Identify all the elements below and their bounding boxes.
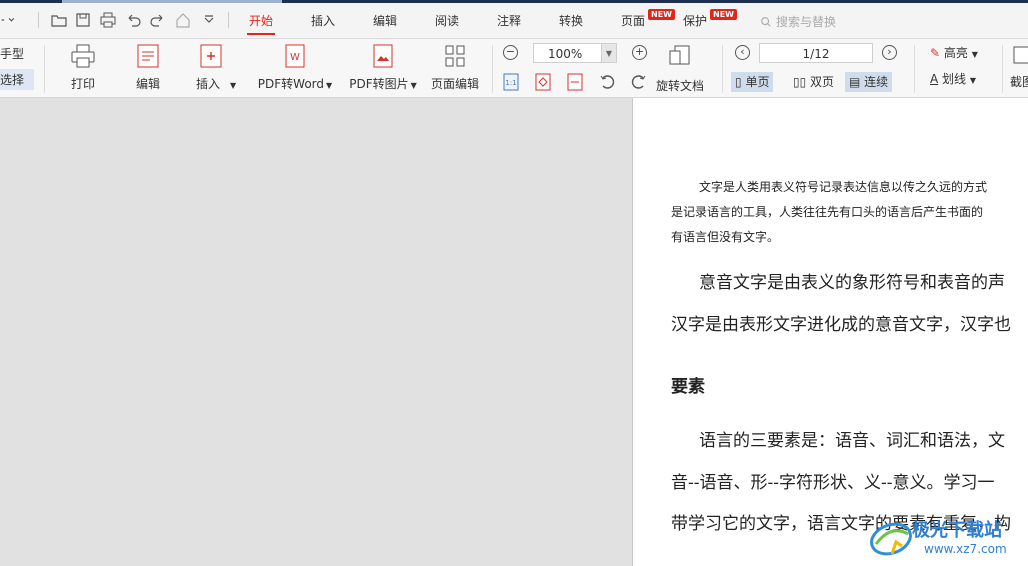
scissors-icon <box>1013 46 1028 64</box>
insert-label: 插入 ▼ <box>196 77 237 91</box>
tab-convert[interactable]: 转换 <box>559 12 583 29</box>
divider <box>492 45 493 93</box>
zoom-value: 100% <box>548 47 583 61</box>
aurora-logo-icon <box>870 522 912 556</box>
paragraph-line: 语言的三要素是：语音、词汇和语法，文 <box>699 431 1005 451</box>
divider <box>38 12 39 28</box>
tab-insert[interactable]: 插入 <box>311 12 335 29</box>
search-icon <box>761 17 771 27</box>
pdf-to-image-label: PDF转图片 ▼ <box>349 77 417 91</box>
edit-label: 编辑 <box>135 77 160 91</box>
paragraph-line: 汉字是由表形文字进化成的意音文字，汉字也 <box>671 315 1011 335</box>
strikethrough-button[interactable]: A 划线 ▼ <box>926 69 980 89</box>
tab-start[interactable]: 开始 <box>246 12 276 35</box>
menu-bar: 开始 插入 编辑 阅读 注释 转换 页面 NEW 保护 NEW 搜索与替换 <box>0 3 1028 39</box>
paragraph-line: 有语言但没有文字。 <box>671 230 780 244</box>
single-page-button[interactable]: ▯ 单页 <box>731 72 774 92</box>
tab-annotate[interactable]: 注释 <box>497 12 521 29</box>
divider <box>1002 45 1003 93</box>
page-edit-label: 页面编辑 <box>430 77 479 91</box>
prev-page-icon[interactable]: ‹ <box>735 45 750 60</box>
divider <box>228 12 229 28</box>
page-number-input[interactable]: 1/12 <box>759 43 873 63</box>
rotate-doc-label[interactable]: 旋转文档 <box>656 77 704 94</box>
watermark-title: 极光下载站 <box>912 520 1002 541</box>
highlighter-icon: ✎ <box>930 46 941 60</box>
caret-down-icon: ▼ <box>969 76 977 85</box>
svg-text:W: W <box>290 52 300 63</box>
print-icon[interactable] <box>99 11 117 29</box>
caret-down-icon: ▼ <box>410 81 417 90</box>
rotate-left-icon[interactable] <box>598 73 616 91</box>
watermark-url: www.xz7.com <box>924 542 1007 556</box>
screenshot-button[interactable]: 截图 <box>1010 43 1028 90</box>
single-page-icon: ▯ <box>735 75 742 89</box>
actual-size-icon[interactable]: 1:1 <box>502 73 520 91</box>
paragraph-line: 是记录语言的工具，人类往往先有口头的语言后产生书面的 <box>671 205 984 219</box>
hand-tool[interactable]: 手型 <box>0 45 24 62</box>
divider <box>914 45 915 93</box>
continuous-icon: ▤ <box>849 75 861 89</box>
highlight-button[interactable]: ✎ 高亮 ▼ <box>926 43 982 63</box>
fit-page-icon[interactable] <box>534 73 552 91</box>
ribbon-toolbar: 手型 选择 打印 编辑 插入 ▼ W PDF转Word ▼ PDF转图片 ▼ 页面编辑… <box>0 39 1028 98</box>
caret-down-icon: ▼ <box>326 81 333 90</box>
search-placeholder: 搜索与替换 <box>776 15 837 29</box>
new-badge: NEW <box>648 9 675 20</box>
edit-doc-icon <box>137 44 159 68</box>
search-box[interactable]: 搜索与替换 <box>760 13 836 30</box>
tab-page[interactable]: 页面 <box>621 12 645 29</box>
open-folder-icon[interactable] <box>50 11 68 29</box>
printer-icon <box>71 44 95 68</box>
paragraph-line: 音--语音、形--字符形状、义--意义。学习一 <box>671 473 995 493</box>
zoom-out-icon[interactable]: − <box>503 45 518 60</box>
tab-edit[interactable]: 编辑 <box>373 12 397 29</box>
home-icon[interactable] <box>174 11 192 29</box>
save-icon[interactable] <box>74 11 92 29</box>
pdf-to-image-button[interactable]: PDF转图片 ▼ <box>348 43 418 92</box>
pdf-to-image-icon <box>373 44 393 68</box>
page-grid-icon <box>445 45 465 67</box>
print-label: 打印 <box>70 77 95 91</box>
zoom-select[interactable]: 100% ▼ <box>533 43 617 63</box>
insert-button[interactable]: 插入 ▼ <box>196 43 240 92</box>
menu-dropdown-icon[interactable] <box>0 11 22 29</box>
redo-icon[interactable] <box>149 11 167 29</box>
pdf-page: 文字是人类用表义符号记录表达信息以传之久远的方式 是记录语言的工具，人类往往先有… <box>632 98 1028 566</box>
double-page-icon: ▯▯ <box>793 75 807 89</box>
rotate-right-icon[interactable] <box>630 73 648 91</box>
continuous-button[interactable]: ▤ 连续 <box>845 72 893 92</box>
tab-protect[interactable]: 保护 <box>683 12 707 29</box>
caret-down-icon: ▼ <box>230 81 237 90</box>
pdf-to-word-label: PDF转Word ▼ <box>257 77 333 91</box>
insert-page-icon <box>200 44 222 68</box>
underline-a-icon: A <box>930 72 939 86</box>
pdf-to-word-icon: W <box>285 44 305 68</box>
paragraph-line: 意音文字是由表义的象形符号和表音的声 <box>699 273 1005 293</box>
rotate-doc-icon[interactable] <box>667 42 693 66</box>
page-edit-button[interactable]: 页面编辑 <box>430 43 480 92</box>
chevron-down-icon: ▼ <box>601 44 616 62</box>
double-page-button[interactable]: ▯▯ 双页 <box>789 72 838 92</box>
paragraph-line: 文字是人类用表义符号记录表达信息以传之久远的方式 <box>699 180 988 194</box>
fit-width-icon[interactable] <box>566 73 584 91</box>
next-page-icon[interactable]: › <box>882 45 897 60</box>
undo-icon[interactable] <box>124 11 142 29</box>
screenshot-label: 截图 <box>1010 75 1028 89</box>
section-heading: 要素 <box>671 377 705 397</box>
pdf-to-word-button[interactable]: W PDF转Word ▼ <box>256 43 334 92</box>
zoom-in-icon[interactable]: + <box>632 45 647 60</box>
select-tool[interactable]: 选择 <box>0 69 35 90</box>
tab-read[interactable]: 阅读 <box>435 12 459 29</box>
print-button[interactable]: 打印 <box>68 43 98 92</box>
new-badge: NEW <box>710 9 737 20</box>
caret-down-icon: ▼ <box>971 50 978 59</box>
svg-text:1:1: 1:1 <box>505 79 516 87</box>
customize-dropdown-icon[interactable] <box>200 11 218 29</box>
divider <box>44 45 45 93</box>
edit-button[interactable]: 编辑 <box>133 43 163 92</box>
watermark-logo: 极光下载站 www.xz7.com <box>866 510 1026 566</box>
divider <box>722 45 723 93</box>
